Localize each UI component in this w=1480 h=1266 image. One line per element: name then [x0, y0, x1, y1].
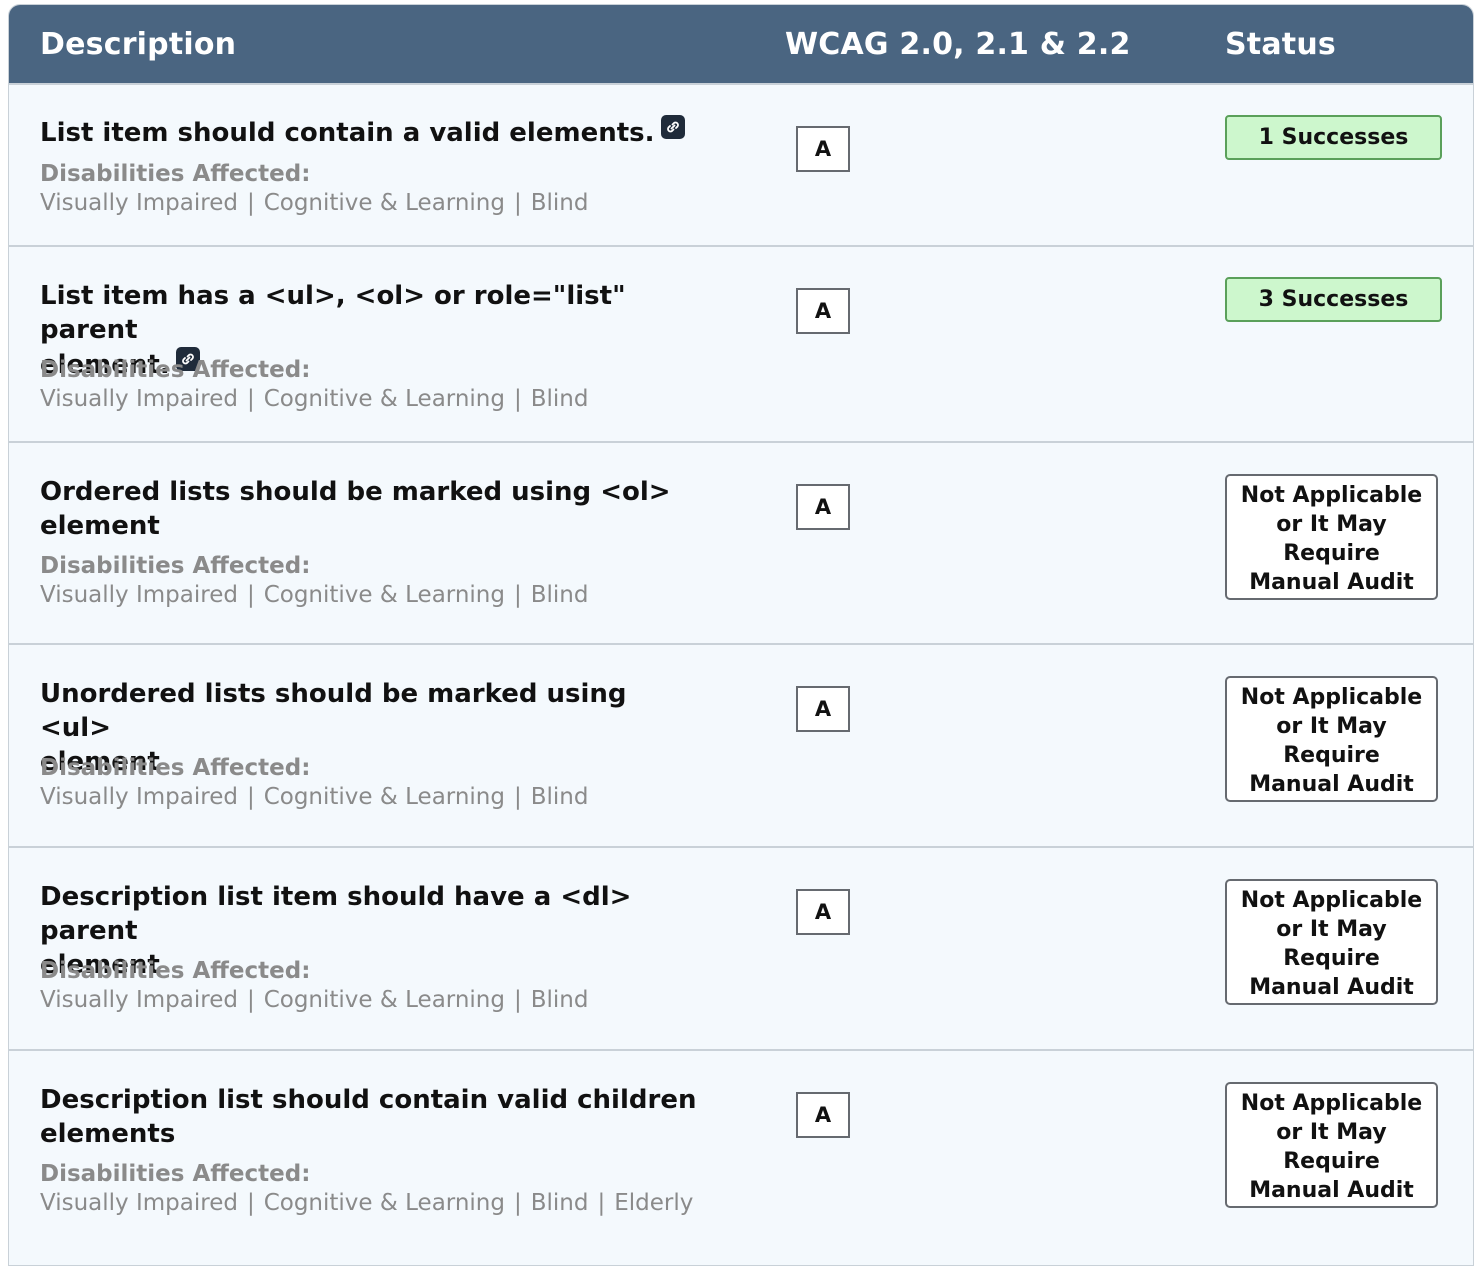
table-row: List item should contain a valid element… — [9, 83, 1473, 247]
disabilities-label: Disabilities Affected: — [40, 1161, 311, 1187]
rule-title: List item should contain a valid element… — [40, 115, 700, 150]
wcag-level-badge: A — [796, 126, 850, 172]
rule-title: Ordered lists should be marked using <ol… — [40, 477, 671, 541]
status-badge[interactable]: Not Applicable or It May Require Manual … — [1225, 474, 1438, 600]
disabilities-list: Visually Impaired | Cognitive & Learning | B… — [40, 1190, 694, 1216]
disabilities-label: Disabilities Affected: — [40, 161, 311, 187]
status-badge[interactable]: 3 Successes — [1225, 277, 1442, 322]
disabilities-list: Visually Impaired | Cognitive & Learning | B… — [40, 190, 589, 216]
disabilities-list: Visually Impaired | Cognitive & Learning | B… — [40, 784, 589, 810]
table-row: Description list item should have a <dl>… — [9, 846, 1473, 1051]
wcag-level-badge: A — [796, 288, 850, 334]
header-wcag: WCAG 2.0, 2.1 & 2.2 — [785, 27, 1131, 62]
rule-title: Description list should contain valid ch… — [40, 1085, 697, 1149]
wcag-level-badge: A — [796, 1092, 850, 1138]
table-header: Description WCAG 2.0, 2.1 & 2.2 Status — [9, 5, 1473, 83]
wcag-level-badge: A — [796, 484, 850, 530]
disabilities-label: Disabilities Affected: — [40, 553, 311, 579]
wcag-level-badge: A — [796, 889, 850, 935]
status-badge[interactable]: Not Applicable or It May Require Manual … — [1225, 879, 1438, 1005]
status-badge[interactable]: Not Applicable or It May Require Manual … — [1225, 676, 1438, 802]
disabilities-list: Visually Impaired | Cognitive & Learning | B… — [40, 987, 589, 1013]
disabilities-label: Disabilities Affected: — [40, 958, 311, 984]
disabilities-list: Visually Impaired | Cognitive & Learning | B… — [40, 386, 589, 412]
table-row: List item has a <ul>, <ol> or role="list… — [9, 245, 1473, 443]
table-row: Ordered lists should be marked using <ol… — [9, 441, 1473, 645]
status-badge[interactable]: Not Applicable or It May Require Manual … — [1225, 1082, 1438, 1208]
table-row: Unordered lists should be marked using <… — [9, 643, 1473, 848]
audit-table: Description WCAG 2.0, 2.1 & 2.2 Status L… — [8, 4, 1474, 1266]
table-row: Description list should contain valid ch… — [9, 1049, 1473, 1265]
header-description: Description — [40, 27, 237, 62]
link-icon[interactable] — [660, 115, 685, 139]
header-status: Status — [1225, 27, 1336, 62]
wcag-level-badge: A — [796, 686, 850, 732]
status-badge[interactable]: 1 Successes — [1225, 115, 1442, 160]
disabilities-label: Disabilities Affected: — [40, 755, 311, 781]
disabilities-label: Disabilities Affected: — [40, 357, 311, 383]
disabilities-list: Visually Impaired | Cognitive & Learning | B… — [40, 582, 589, 608]
